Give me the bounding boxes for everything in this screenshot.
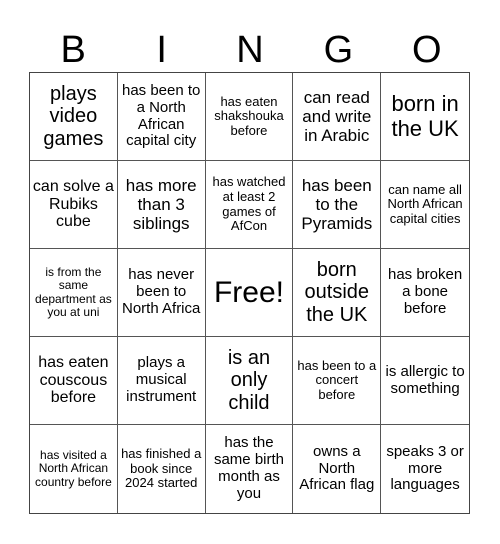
bingo-cell[interactable]: plays a musical instrument [117,337,206,425]
bingo-grid: plays video games has been to a North Af… [29,72,470,514]
header-letter-o: O [412,29,442,71]
bingo-cell[interactable]: speaks 3 or more languages [381,425,469,513]
header-letter-i: I [156,29,167,71]
bingo-cell[interactable]: has the same birth month as you [206,425,294,513]
bingo-cell[interactable]: owns a North African flag [293,425,382,513]
bingo-cell[interactable]: can name all North African capital citie… [381,161,469,249]
bingo-cell[interactable]: has eaten shakshouka before [205,73,294,161]
bingo-cell[interactable]: has been to a North African capital city [117,73,206,161]
bingo-cell[interactable]: has been to a concert before [293,337,382,425]
bingo-cell[interactable]: is an only child [205,337,294,425]
bingo-cell[interactable]: can read and write in Arabic [293,73,382,161]
bingo-cell[interactable]: born in the UK [381,73,469,161]
bingo-cell[interactable]: has visited a North African country befo… [30,425,118,513]
bingo-header: B I N G O [29,28,471,72]
bingo-cell[interactable]: has broken a bone before [381,249,469,337]
bingo-cell[interactable]: has watched at least 2 games of AfCon [205,161,294,249]
bingo-cell[interactable]: is allergic to something [381,337,469,425]
header-letter-b: B [60,29,86,71]
free-space-cell[interactable]: Free! [205,249,294,337]
bingo-cell[interactable]: can solve a Rubiks cube [30,161,118,249]
bingo-cell[interactable]: has eaten couscous before [30,337,118,425]
bingo-cell[interactable]: has finished a book since 2024 started [118,425,206,513]
bingo-cell[interactable]: born outside the UK [293,249,382,337]
header-letter-g: G [323,29,354,71]
bingo-cell[interactable]: is from the same department as you at un… [30,249,118,337]
header-letter-n: N [236,29,264,71]
bingo-cell[interactable]: plays video games [30,73,118,161]
bingo-cell[interactable]: has more than 3 siblings [117,161,206,249]
bingo-cell[interactable]: has never been to North Africa [117,249,206,337]
bingo-cell[interactable]: has been to the Pyramids [293,161,382,249]
